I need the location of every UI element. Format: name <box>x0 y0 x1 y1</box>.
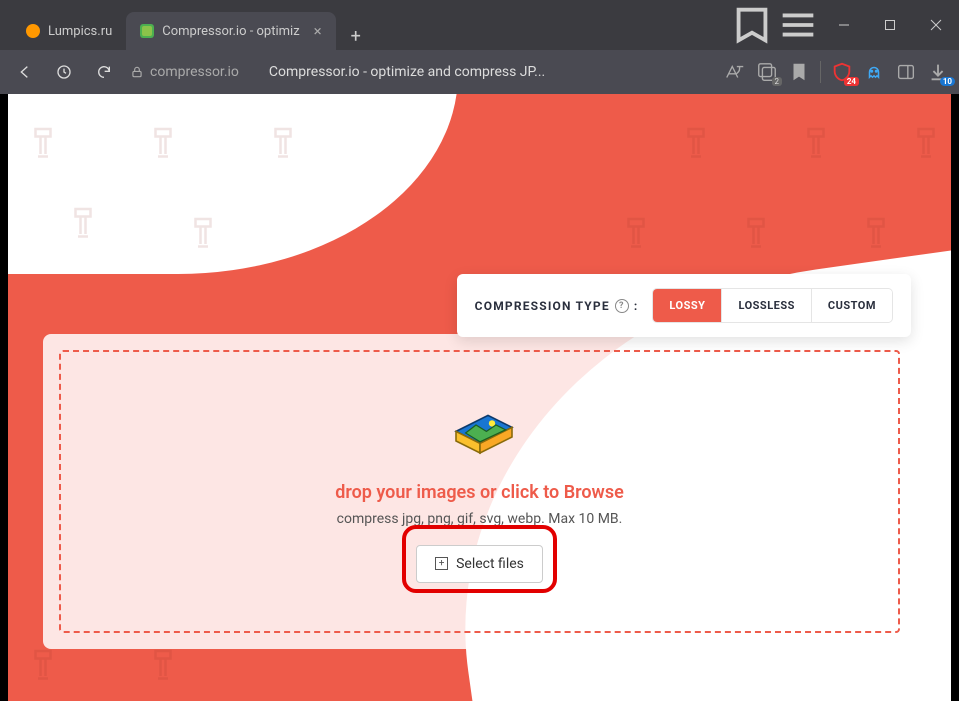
dropzone-subtext: compress jpg, png, gif, svg, webp. Max 1… <box>337 511 623 527</box>
toolbar-extensions: 2 24 10 <box>724 61 949 83</box>
separator <box>820 61 821 83</box>
button-label: Select files <box>456 556 524 572</box>
url-domain: compressor.io <box>150 64 239 80</box>
window-controls <box>821 0 959 50</box>
ghostery-icon[interactable] <box>863 61 885 83</box>
browser-titlebar: Lumpics.ru Compressor.io - optimiz × + <box>0 0 959 50</box>
close-button[interactable] <box>913 0 959 50</box>
bookmark-icon[interactable] <box>788 61 810 83</box>
reload-button[interactable] <box>90 58 118 86</box>
dropzone-container: drop your images or click to Browse comp… <box>43 334 916 649</box>
label-text: COMPRESSION TYPE <box>475 299 610 313</box>
compression-type-tabs: LOSSY LOSSLESS CUSTOM <box>652 288 893 323</box>
menu-icon[interactable] <box>775 0 821 50</box>
tab-lumpics[interactable]: Lumpics.ru <box>12 12 126 50</box>
tab-compressor[interactable]: Compressor.io - optimiz × <box>126 12 335 50</box>
plus-icon: + <box>435 557 448 570</box>
tab-lossless[interactable]: LOSSLESS <box>721 289 810 322</box>
badge: 24 <box>844 77 859 86</box>
page-title-text: Compressor.io - optimize and compress JP… <box>269 64 712 80</box>
reading-list-icon[interactable] <box>729 0 775 50</box>
dropzone-heading: drop your images or click to Browse <box>335 482 624 503</box>
tab-strip: Lumpics.ru Compressor.io - optimiz × + <box>0 0 729 50</box>
images-icon <box>440 401 520 466</box>
back-button[interactable] <box>10 58 38 86</box>
tab-title: Compressor.io - optimiz <box>162 24 299 39</box>
compression-type-widget: COMPRESSION TYPE ? : LOSSY LOSSLESS CUST… <box>457 274 911 337</box>
url-display[interactable]: compressor.io <box>130 64 239 80</box>
downloads-icon[interactable]: 10 <box>927 61 949 83</box>
tab-lossy[interactable]: LOSSY <box>653 289 721 322</box>
minimize-button[interactable] <box>821 0 867 50</box>
favicon-icon <box>26 24 40 38</box>
lock-icon <box>130 65 144 79</box>
collections-icon[interactable]: 2 <box>756 61 778 83</box>
sidebar-icon[interactable] <box>895 61 917 83</box>
page-viewport: COMPRESSION TYPE ? : LOSSY LOSSLESS CUST… <box>8 94 951 701</box>
colon: : <box>634 299 639 313</box>
adblock-shield-icon[interactable]: 24 <box>831 61 853 83</box>
badge: 2 <box>772 77 783 86</box>
translate-icon[interactable] <box>724 61 746 83</box>
yandex-home-button[interactable] <box>50 58 78 86</box>
new-tab-button[interactable]: + <box>342 22 370 50</box>
tab-title: Lumpics.ru <box>48 24 112 39</box>
select-files-wrap: + Select files <box>416 535 543 583</box>
compression-type-label: COMPRESSION TYPE ? : <box>475 299 639 313</box>
badge: 10 <box>940 77 955 86</box>
dropzone[interactable]: drop your images or click to Browse comp… <box>59 350 900 633</box>
close-icon[interactable]: × <box>314 22 322 40</box>
favicon-icon <box>140 24 154 38</box>
maximize-button[interactable] <box>867 0 913 50</box>
address-bar: compressor.io Compressor.io - optimize a… <box>0 50 959 94</box>
select-files-button[interactable]: + Select files <box>416 545 543 583</box>
help-icon[interactable]: ? <box>615 299 629 313</box>
tab-custom[interactable]: CUSTOM <box>811 289 892 322</box>
